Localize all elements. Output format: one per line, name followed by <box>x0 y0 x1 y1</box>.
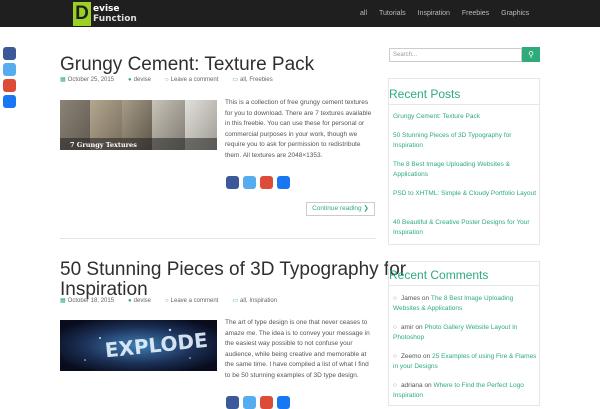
floating-share-bar <box>3 47 17 111</box>
comment-on-label: on <box>415 324 423 331</box>
folder-icon: ▭ <box>232 298 239 304</box>
nav-item-inspiration[interactable]: Inspiration <box>418 10 450 17</box>
user-icon: ● <box>128 76 132 83</box>
post-categories[interactable]: ▭ all, Freebies <box>232 76 279 83</box>
delicious-icon[interactable] <box>277 396 290 409</box>
comment-icon: ○ <box>393 295 397 302</box>
post-title-line1: 50 Stunning Pieces of 3D Typography for <box>60 259 407 280</box>
widget-divider <box>389 104 539 105</box>
delicious-icon[interactable] <box>277 176 290 189</box>
facebook-icon[interactable] <box>3 47 16 60</box>
comment-on-label: on <box>424 382 432 389</box>
comment-icon: ○ <box>393 382 397 389</box>
recent-post-link[interactable]: PSD to XHTML: Simple & Cloudy Portfolio … <box>393 189 541 199</box>
post-comments[interactable]: ○ Leave a comment <box>165 298 225 304</box>
logo-text-line1: evise <box>93 4 120 14</box>
search-input[interactable]: Search... <box>389 48 522 62</box>
comment-author: Zeemo <box>400 353 422 360</box>
recent-post-link[interactable]: Grungy Cement: Texture Pack <box>393 112 541 122</box>
recent-post-link[interactable]: 50 Stunning Pieces of 3D Typography for … <box>393 131 541 151</box>
post-title[interactable]: Grungy Cement: Texture Pack <box>60 55 314 75</box>
recent-post-link[interactable]: 40 Beautiful & Creative Poster Designs f… <box>393 218 541 238</box>
comment-author: adriana <box>400 382 423 389</box>
post-author[interactable]: ● devise <box>128 77 158 83</box>
calendar-icon: ▦ <box>60 298 66 304</box>
twitter-icon[interactable] <box>243 396 256 409</box>
google-plus-icon[interactable] <box>260 396 273 409</box>
post-excerpt: This is a collection of free grungy ceme… <box>225 99 372 159</box>
facebook-icon[interactable] <box>226 176 239 189</box>
twitter-icon[interactable] <box>3 63 16 76</box>
recent-posts-title: Recent Posts <box>389 87 461 101</box>
nav-item-all[interactable]: all <box>360 10 367 17</box>
search-button[interactable]: ⚲ <box>522 47 540 62</box>
main-nav: all Tutorials Inspiration Freebies Graph… <box>360 0 541 27</box>
post-share-buttons <box>226 396 294 409</box>
facebook-icon[interactable] <box>226 396 239 409</box>
search-icon: ⚲ <box>528 50 534 59</box>
post-divider <box>60 238 376 239</box>
logo-letter: D <box>73 2 91 26</box>
logo-text-line2: Function <box>93 14 137 24</box>
recent-comments-title: Recent Comments <box>389 268 489 282</box>
folder-icon: ▭ <box>232 77 239 83</box>
comment-icon: ○ <box>393 353 397 360</box>
recent-comment-item: ○ amir on Photo Gallery Website Layout In… <box>393 323 541 343</box>
post-share-buttons <box>226 176 294 189</box>
post-author[interactable]: ● devise <box>128 298 158 304</box>
delicious-icon[interactable] <box>3 95 16 108</box>
recent-comment-item: ○ adriana on Where to Find the Perfect Lo… <box>393 381 541 401</box>
post-comments[interactable]: ○ Leave a comment <box>165 77 225 83</box>
post-title[interactable]: 50 Stunning Pieces of 3D Typography for … <box>60 260 406 300</box>
post-thumbnail[interactable]: 7 Grungy Textures <box>60 100 217 150</box>
nav-item-tutorials[interactable]: Tutorials <box>379 10 406 17</box>
thumbnail-caption: 7 Grungy Textures <box>70 141 137 149</box>
comment-on-label: on <box>422 353 431 360</box>
widget-divider <box>389 285 539 286</box>
comment-author: amir <box>400 324 414 331</box>
nav-item-freebies[interactable]: Freebies <box>462 10 489 17</box>
user-icon: ● <box>128 297 132 304</box>
recent-post-link[interactable]: The 8 Best Image Uploading Websites & Ap… <box>393 160 541 180</box>
continue-reading-button[interactable]: Continue reading ❯ <box>306 202 375 216</box>
recent-comment-item: ○ Zeemo on 25 Examples of using Fire & Fl… <box>393 352 541 372</box>
post-meta: ▦ October 25, 2015 ● devise ○ Leave a comme… <box>60 76 287 84</box>
calendar-icon: ▦ <box>60 77 66 83</box>
comment-icon: ○ <box>165 76 169 83</box>
google-plus-icon[interactable] <box>3 79 16 92</box>
recent-comment-item: ○ James on The 8 Best Image Uploading Web… <box>393 294 541 314</box>
google-plus-icon[interactable] <box>260 176 273 189</box>
post-date: ▦ October 18, 2015 <box>60 298 115 304</box>
top-navbar: D evise Function all Tutorials Inspirati… <box>0 0 600 27</box>
post-meta: ▦ October 18, 2015 ● devise ○ Leave a comme… <box>60 297 291 305</box>
comment-on-label: on <box>421 295 430 302</box>
comment-author: James <box>400 295 421 302</box>
site-logo[interactable]: D evise Function <box>73 2 137 26</box>
twitter-icon[interactable] <box>243 176 256 189</box>
nav-item-graphics[interactable]: Graphics <box>501 10 529 17</box>
comment-icon: ○ <box>165 297 169 304</box>
comment-icon: ○ <box>393 324 397 331</box>
post-thumbnail[interactable]: EXPLODE <box>60 320 217 371</box>
post-categories[interactable]: ▭ all, Inspiration <box>232 297 284 304</box>
post-date: ▦ October 25, 2015 <box>60 77 115 83</box>
post-excerpt: The art of type design is one that never… <box>225 319 370 379</box>
